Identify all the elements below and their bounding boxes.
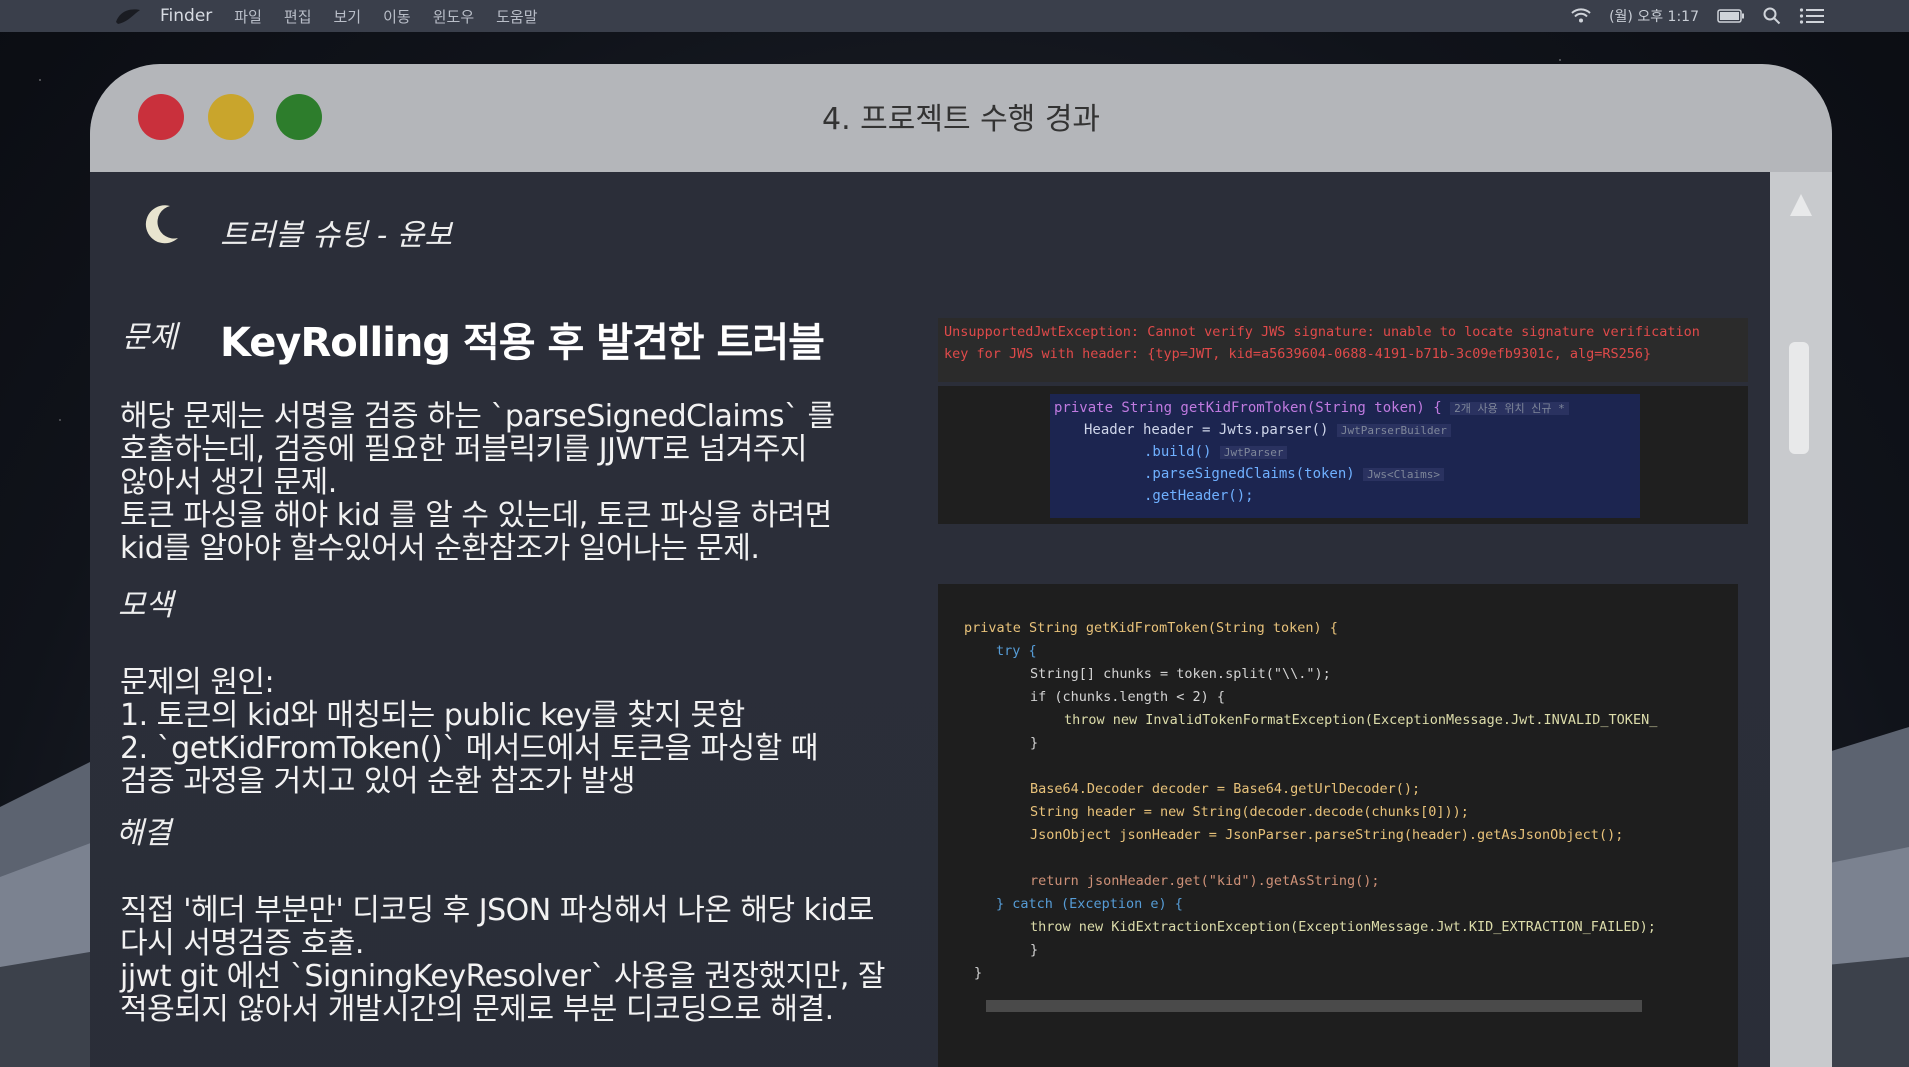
label-search: 모색 [118,588,174,623]
wifi-icon[interactable] [1571,8,1591,24]
code-line: private String getKidFromToken(String to… [964,620,1338,636]
type-hint: JwtParser [1219,446,1288,459]
search-text: 문제의 원인: 1. 토큰의 kid와 매칭되는 public key를 찾지 … [120,666,880,798]
window-titlebar[interactable]: 4. 프로젝트 수행 경과 [90,64,1832,172]
slide-content: 트러블 슈팅 - 윤보 문제 KeyRolling 적용 후 발견한 트러블 해… [90,172,1770,1067]
label-problem: 문제 [122,320,178,355]
code-line: if (chunks.length < 2) { [1030,689,1226,705]
code-line: JsonObject jsonHeader = JsonParser.parse… [1030,827,1624,843]
solve-line: 다시 서명검증 호출. [120,926,364,961]
solve-line: 적용되지 않아서 개발시간의 문제로 부분 디코딩으로 해결. [120,992,834,1027]
menu-file[interactable]: 파일 [234,6,262,27]
code-line: private String getKidFromToken(String to… [1054,400,1442,416]
scroll-up-arrow-icon[interactable] [1790,194,1812,216]
code-before-panel: private String getKidFromToken(String to… [938,386,1748,524]
menu-view[interactable]: 보기 [334,6,362,27]
code-line: } [1030,735,1039,751]
menu-edit[interactable]: 편집 [284,6,312,27]
menu-go[interactable]: 이동 [383,6,411,27]
error-line: UnsupportedJwtException: Cannot verify J… [944,324,1700,340]
problem-line: kid를 알아야 할수있어서 순환참조가 일어나는 문제. [120,531,760,566]
search-line: 1. 토큰의 kid와 매칭되는 public key를 찾지 못함 [120,698,745,733]
code-horizontal-scrollbar[interactable] [986,1000,1642,1012]
section-title: 트러블 슈팅 - 윤보 [220,218,452,253]
problem-line: 호출하는데, 검증에 필요한 퍼블릭키를 JJWT로 넘겨주지 [120,432,808,467]
window-title: 4. 프로젝트 수행 경과 [821,102,1101,137]
presentation-window: 4. 프로젝트 수행 경과 트러블 슈팅 - 윤보 문제 KeyRolling … [90,64,1832,1067]
list-icon[interactable] [1799,7,1825,25]
menu-bar: Finder 파일 편집 보기 이동 윈도우 도움말 (월) 오후 1:17 [0,0,1909,32]
search-line: 문제의 원인: [120,665,275,700]
battery-icon[interactable] [1717,9,1745,23]
problem-line: 토큰 파싱을 해야 kid 를 알 수 있는데, 토큰 파싱을 하려면 [120,498,832,533]
app-logo-icon[interactable] [114,6,142,26]
slide-heading: KeyRolling 적용 후 발견한 트러블 [220,320,825,366]
scroll-thumb[interactable] [1789,342,1809,454]
code-line: .build() [1144,444,1212,460]
error-line: key for JWS with header: {typ=JWT, kid=a… [944,346,1652,362]
code-before-block: private String getKidFromToken(String to… [1050,394,1640,518]
code-line: throw new InvalidTokenFormatException(Ex… [1064,712,1658,728]
search-line: 검증 과정을 거치고 있어 순환 참조가 발생 [120,764,635,799]
code-line: try { [996,643,1037,659]
menu-help[interactable]: 도움말 [496,6,537,27]
type-hint: Jws<Claims> [1363,468,1445,481]
code-line: .parseSignedClaims(token) [1144,466,1355,482]
problem-text: 해당 문제는 서명을 검증 하는 `parseSignedClaims` 를 호… [120,400,880,565]
search-line: 2. `getKidFromToken()` 메서드에서 토큰을 파싱할 때 [120,731,818,766]
code-line: throw new KidExtractionException(Excepti… [1030,919,1656,935]
code-line: } catch (Exception e) { [996,896,1183,912]
vertical-scrollbar[interactable] [1770,172,1832,1067]
code-after-panel: private String getKidFromToken(String to… [938,584,1738,1067]
code-line: Header header = Jwts.parser() [1084,422,1329,438]
status-area: (월) 오후 1:17 [1571,0,1825,32]
moon-icon [145,205,178,244]
problem-line: 해당 문제는 서명을 검증 하는 `parseSignedClaims` 를 [120,399,835,434]
code-line: Base64.Decoder decoder = Base64.getUrlDe… [1030,781,1421,797]
problem-line: 않아서 생긴 문제. [120,465,337,500]
code-line: } [974,965,983,981]
code-line: .getHeader(); [1144,488,1254,504]
code-line: String[] chunks = token.split("\\."); [1030,666,1331,682]
clock[interactable]: (월) 오후 1:17 [1609,6,1699,26]
solve-line: 직접 '헤더 부분만' 디코딩 후 JSON 파싱해서 나온 해당 kid로 [120,893,875,928]
solve-line: jjwt git 에선 `SigningKeyResolver` 사용을 권장했… [120,959,886,994]
code-line: return jsonHeader.get("kid").getAsString… [1030,873,1380,889]
code-line: String header = new String(decoder.decod… [1030,804,1469,820]
usage-hint: 2개 사용 위치 신규 * [1450,402,1569,415]
search-icon[interactable] [1763,7,1781,25]
type-hint: JwtParserBuilder [1336,424,1451,437]
menu-app-name[interactable]: Finder [160,6,212,26]
menu-window[interactable]: 윈도우 [433,6,474,27]
code-line: } [1030,942,1039,958]
label-solve: 해결 [116,816,172,851]
solve-text: 직접 '헤더 부분만' 디코딩 후 JSON 파싱해서 나온 해당 kid로 다… [120,894,940,1026]
error-log: UnsupportedJwtException: Cannot verify J… [938,318,1748,382]
